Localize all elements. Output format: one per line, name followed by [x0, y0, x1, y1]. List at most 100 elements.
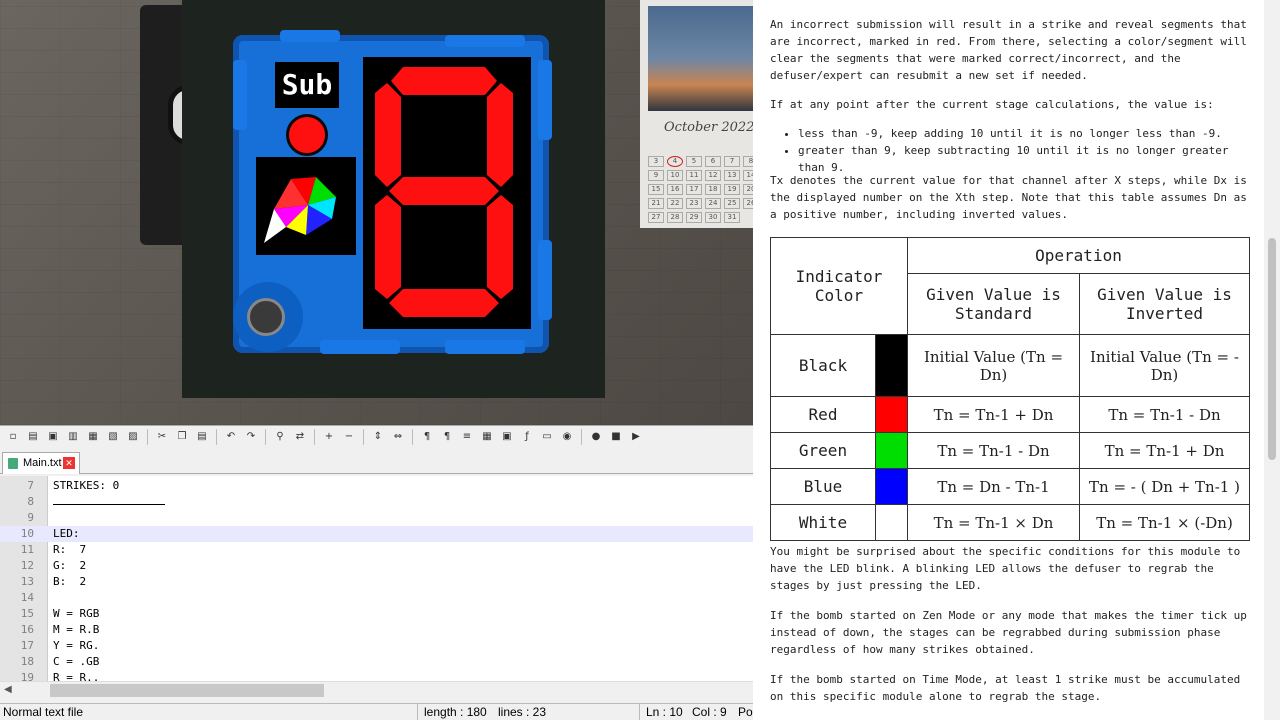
table-row: Blue Tn = Dn - Tn-1 Tn = - ( Dn + Tn-1 ) — [770, 468, 1250, 505]
calendar-day: 4 — [667, 156, 683, 167]
calendar-photo — [648, 6, 753, 111]
scrollbar-thumb[interactable] — [1268, 238, 1276, 460]
sync-h-icon[interactable]: ⇔ — [389, 429, 407, 445]
close-all-icon[interactable]: ▧ — [104, 429, 122, 445]
calendar-day: 24 — [705, 198, 721, 209]
scroll-left-icon[interactable]: ◀ — [4, 684, 12, 695]
doc-map-icon[interactable]: ▣ — [498, 429, 516, 445]
open-icon[interactable]: ▤ — [24, 429, 42, 445]
replace-icon[interactable]: ⇄ — [291, 429, 309, 445]
editor-line[interactable]: 7 STRIKES: 0 — [0, 478, 753, 494]
table-row: White Tn = Tn-1 × Dn Tn = Tn-1 × (-Dn) — [770, 504, 1250, 541]
toolbar: ▫ ▤ ▣ ▥ ▦ ▧ ▨ ✂ ❐ ▤ ↶ ↷ ⚲ ⇄ + − ⇕ ⇔ ¶ ¶ ≡ ▦ ▣ ƒ ▭ ◉ ● ■ ▶ — [0, 426, 753, 448]
calendar-day: 15 — [648, 184, 664, 195]
manual-paragraph: You might be surprised about the specifi… — [770, 545, 1241, 592]
redo-icon[interactable]: ↷ — [242, 429, 260, 445]
editor-line[interactable]: 11 R: 7 — [0, 542, 753, 558]
play-icon[interactable]: ▶ — [627, 429, 645, 445]
sync-v-icon[interactable]: ⇕ — [369, 429, 387, 445]
undo-icon[interactable]: ↶ — [222, 429, 240, 445]
inverted-op-cell: Tn = - ( Dn + Tn-1 ) — [1079, 468, 1250, 505]
editor-line[interactable]: 10 LED: — [0, 526, 753, 542]
new-icon[interactable]: ▫ — [4, 429, 22, 445]
line-number: 19 — [20, 671, 34, 681]
print-icon[interactable]: ▨ — [124, 429, 142, 445]
line-number: 17 — [20, 639, 34, 652]
module-speaker — [233, 282, 303, 352]
monitor-icon[interactable]: ◉ — [558, 429, 576, 445]
calendar-day: 6 — [705, 156, 721, 167]
manual-page[interactable]: An incorrect submission will result in a… — [753, 0, 1280, 720]
editor-line[interactable]: 14 — [0, 590, 753, 606]
inverted-op-cell: Initial Value (Tn = -Dn) — [1079, 334, 1250, 397]
color-swatch — [875, 432, 908, 469]
segment-top-left — [375, 83, 401, 187]
editor-line[interactable]: 17 Y = RG. — [0, 638, 753, 654]
color-name-cell: White — [770, 504, 876, 541]
calendar-day: 29 — [686, 212, 702, 223]
line-number: 11 — [20, 543, 34, 556]
manual-paragraph: An incorrect submission will result in a… — [770, 18, 1247, 82]
editor-line[interactable]: 9 — [0, 510, 753, 526]
editor-line[interactable]: 13 B: 2 — [0, 574, 753, 590]
calendar-day: 22 — [667, 198, 683, 209]
editor-line[interactable]: 19 R = R.. — [0, 670, 753, 681]
calendar-day: 5 — [686, 156, 702, 167]
color-wheel-button[interactable] — [256, 157, 356, 255]
calendar-day: 10 — [667, 170, 683, 181]
stop-icon[interactable]: ■ — [607, 429, 625, 445]
vertical-scrollbar[interactable] — [1264, 0, 1280, 720]
function-list-icon[interactable]: ƒ — [518, 429, 536, 445]
operation-table: Indicator Color Operation Given Value is… — [770, 237, 1250, 541]
copy-icon[interactable]: ❐ — [173, 429, 191, 445]
list-item: less than -9, keep adding 10 until it is… — [798, 125, 1253, 142]
color-swatch — [875, 504, 908, 541]
calendar-day: 19 — [724, 184, 740, 195]
editor-line[interactable]: 8 — [0, 494, 753, 510]
standard-op-cell: Tn = Tn-1 - Dn — [907, 432, 1080, 469]
folder-icon[interactable]: ▭ — [538, 429, 556, 445]
inverted-op-cell: Tn = Tn-1 × (-Dn) — [1079, 504, 1250, 541]
save-icon[interactable]: ▣ — [44, 429, 62, 445]
table-row: Green Tn = Tn-1 - Dn Tn = Tn-1 + Dn — [770, 432, 1250, 469]
standard-op-cell: Tn = Tn-1 + Dn — [907, 396, 1080, 433]
tab-main-txt[interactable]: Main.txt ✕ — [2, 452, 80, 474]
indent-guide-icon[interactable]: ≡ — [458, 429, 476, 445]
header-standard: Given Value is Standard — [907, 273, 1080, 335]
text-editor[interactable]: 7 STRIKES: 0 8 9 10 LED: 11 R: 7 12 G: 2 13 B: 2 14 1… — [0, 476, 753, 681]
all-chars-icon[interactable]: ¶ — [438, 429, 456, 445]
calendar-day: 17 — [686, 184, 702, 195]
header-inverted: Given Value is Inverted — [1079, 273, 1250, 335]
module-clip — [233, 60, 247, 130]
close-tab-icon[interactable]: ✕ — [63, 457, 75, 469]
zoom-in-icon[interactable]: + — [320, 429, 338, 445]
calendar-day: 26 — [743, 198, 753, 209]
calendar-day: 28 — [667, 212, 683, 223]
scrollbar-thumb[interactable] — [50, 684, 324, 697]
status-led[interactable] — [286, 114, 328, 156]
editor-line[interactable]: 18 C = .GB — [0, 654, 753, 670]
editor-line[interactable]: 16 M = R.B — [0, 622, 753, 638]
editor-line[interactable]: 15 W = RGB — [0, 606, 753, 622]
horizontal-scrollbar[interactable]: ◀ — [0, 681, 753, 698]
file-icon — [8, 458, 18, 469]
calendar-day: 8 — [743, 156, 753, 167]
udl-icon[interactable]: ▦ — [478, 429, 496, 445]
paste-icon[interactable]: ▤ — [193, 429, 211, 445]
submit-button[interactable]: Sub — [275, 62, 339, 108]
zoom-out-icon[interactable]: − — [340, 429, 358, 445]
game-viewport[interactable]: Sub October 2022 34567891011121314151 — [0, 0, 753, 425]
wrap-icon[interactable]: ¶ — [418, 429, 436, 445]
save-all-icon[interactable]: ▥ — [64, 429, 82, 445]
color-name-cell: Green — [770, 432, 876, 469]
module-clip — [445, 35, 525, 47]
find-icon[interactable]: ⚲ — [271, 429, 289, 445]
calendar-day: 18 — [705, 184, 721, 195]
record-icon[interactable]: ● — [587, 429, 605, 445]
line-text: B: 2 — [53, 575, 87, 588]
seven-segment-display[interactable] — [363, 57, 531, 329]
editor-line[interactable]: 12 G: 2 — [0, 558, 753, 574]
line-text: R = R.. — [53, 671, 100, 681]
cut-icon[interactable]: ✂ — [153, 429, 171, 445]
close-icon[interactable]: ▦ — [84, 429, 102, 445]
